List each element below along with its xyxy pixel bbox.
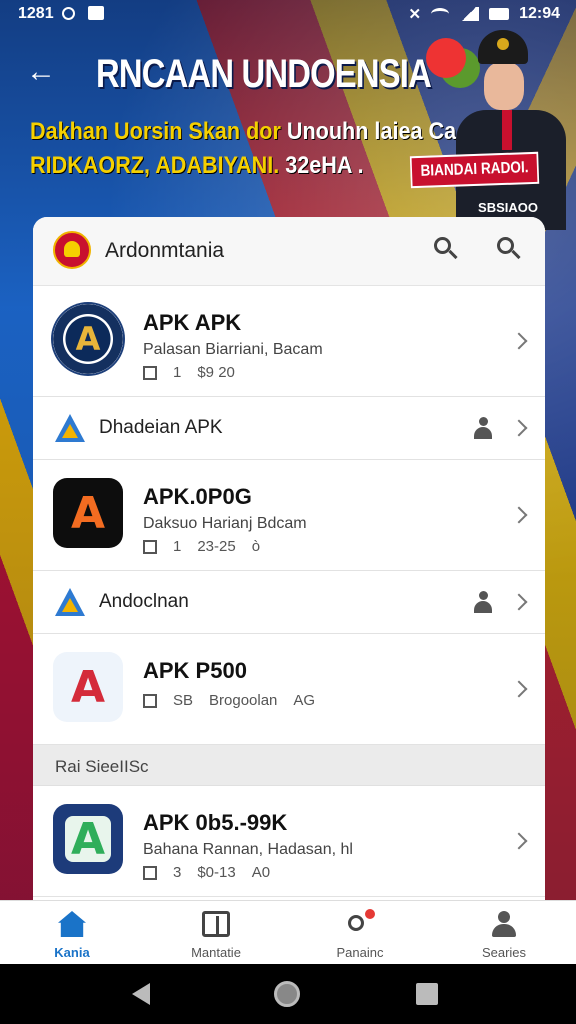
list-item-app[interactable]: A APK.0P0G Daksuo Harianj Bdcam 1 23-25 … (33, 460, 545, 571)
search-icon[interactable] (434, 237, 460, 263)
app-desc: Daksuo Harianj Bdcam (143, 515, 307, 532)
app-glyph: A (75, 320, 101, 358)
chevron-right-icon (510, 332, 528, 350)
system-home-icon[interactable] (274, 981, 300, 1007)
section-row[interactable]: Andoclnan (33, 571, 545, 634)
checkbox-icon (143, 539, 157, 554)
tab-home[interactable]: Kania (0, 901, 144, 965)
app-meta: 1 $9 20 (143, 364, 235, 381)
flower-decoration (426, 38, 466, 78)
figure-cap (478, 30, 528, 64)
person-icon (473, 417, 493, 439)
poster-badge-sub: SBSIAOO (478, 200, 538, 215)
app-name: APK APK (143, 310, 242, 335)
app-meta: 1 23-25 ò (143, 538, 260, 555)
tab-label: Mantatie (191, 945, 241, 960)
app-icon: A (53, 478, 123, 548)
app-glyph: A (70, 487, 106, 539)
checkbox-icon (143, 693, 157, 708)
status-clock: 12:94 (519, 5, 560, 22)
system-back-icon[interactable] (132, 983, 150, 1005)
app-desc: Palasan Biarriani, Bacam (143, 341, 323, 358)
app-icon: A (53, 652, 123, 722)
app-meta-2: Brogoolan (209, 692, 278, 709)
checkbox-icon (143, 365, 157, 380)
app-icon: A (53, 804, 123, 874)
figure-face (484, 62, 524, 110)
headline-line-1-yellow: Dakhan Uorsin Skan dor (30, 118, 281, 145)
section-label: Andoclnan (99, 591, 189, 612)
card-title: Ardonmtania (105, 239, 225, 262)
status-bar: 1281 ✕ 12:94 (0, 0, 576, 28)
headline-line-2-white: 32eHA . (285, 152, 364, 179)
drive-icon (55, 588, 85, 616)
headline-line-2-yellow: RIDKAORZ, ADABIYANI. (30, 152, 280, 179)
app-icon: A (53, 304, 123, 374)
back-arrow-icon[interactable]: ← (26, 56, 58, 88)
poster-badge: BIANDAI RADOI. (409, 151, 540, 189)
app-meta: SB Brogoolan AG (143, 692, 315, 709)
system-recents-icon[interactable] (416, 983, 438, 1005)
status-time: 1281 (18, 5, 54, 22)
app-meta-3: ò (251, 538, 261, 555)
app-meta-2: $0-13 (197, 864, 236, 881)
app-meta: 3 $0-13 A0 (143, 864, 270, 881)
chevron-right-icon (510, 832, 528, 850)
section-label: Dhadeian APK (99, 417, 223, 438)
figure-tie (502, 110, 512, 150)
tab-label: Kania (54, 945, 90, 960)
app-meta-2: $9 20 (197, 364, 235, 381)
chevron-right-icon (510, 419, 528, 437)
chevron-right-icon (510, 593, 528, 611)
app-list-card: Ardonmtania A APK APK Palasan Biarriani,… (33, 217, 545, 917)
emblem-icon (53, 231, 91, 269)
list-item-app[interactable]: A APK 0b5.-99K Bahana Rannan, Hadasan, h… (33, 786, 545, 897)
card-header: Ardonmtania (33, 217, 545, 286)
battery-icon (489, 8, 510, 20)
tab-label: Searies (481, 945, 527, 960)
section-header: Rai SieeIISc (33, 745, 545, 786)
signal-icon (459, 7, 480, 21)
list-item-app[interactable]: A APK P500 SB Brogoolan AG (33, 634, 545, 745)
app-meta-3: AG (293, 692, 316, 709)
app-desc: Bahana Rannan, Hadasan, hl (143, 841, 353, 858)
app-glyph: A (70, 661, 106, 713)
tab-label: Panainc (336, 945, 384, 960)
app-meta-3: A0 (251, 864, 271, 881)
app-glyph: A (70, 813, 106, 865)
system-navigation-bar (0, 964, 576, 1024)
app-meta-2: 23-25 (197, 538, 236, 555)
app-name: APK P500 (143, 658, 247, 683)
mute-icon: ✕ (408, 6, 422, 23)
book-icon (202, 911, 230, 937)
tab-tools[interactable]: Panainc (288, 901, 432, 965)
search-icon-secondary[interactable] (497, 237, 523, 263)
section-header-label: Rai SieeIISc (55, 757, 149, 776)
app-name: APK 0b5.-99K (143, 810, 288, 835)
drive-icon (55, 414, 85, 442)
wifi-icon (431, 8, 450, 20)
checkbox-icon (143, 865, 157, 880)
app-meta-1: 3 (173, 864, 182, 881)
tab-profile[interactable]: Searies (432, 901, 576, 965)
section-row[interactable]: Dhadeian APK (33, 397, 545, 460)
app-meta-1: 1 (173, 538, 182, 555)
headline-line-2: RIDKAORZ, ADABIYANI. 32eHA . (30, 152, 364, 180)
headline-line-1: Dakhan Uorsin Skan dor Unouhn laiea Ca (30, 118, 456, 146)
app-meta-1: SB (173, 692, 194, 709)
bottom-navigation: Kania Mantatie Panainc Searies (0, 900, 576, 965)
page-title: RNCAAN UNDOENSIA (96, 52, 432, 96)
app-meta-1: 1 (173, 364, 182, 381)
gallery-icon (88, 6, 104, 20)
sync-icon (62, 7, 75, 20)
list-item-app[interactable]: A APK APK Palasan Biarriani, Bacam 1 $9 … (33, 286, 545, 397)
tab-library[interactable]: Mantatie (144, 901, 288, 965)
person-icon (473, 591, 493, 613)
tools-icon (346, 909, 375, 937)
chevron-right-icon (510, 506, 528, 524)
chevron-right-icon (510, 680, 528, 698)
user-icon (490, 911, 518, 937)
app-name: APK.0P0G (143, 484, 252, 509)
home-icon (58, 911, 86, 937)
